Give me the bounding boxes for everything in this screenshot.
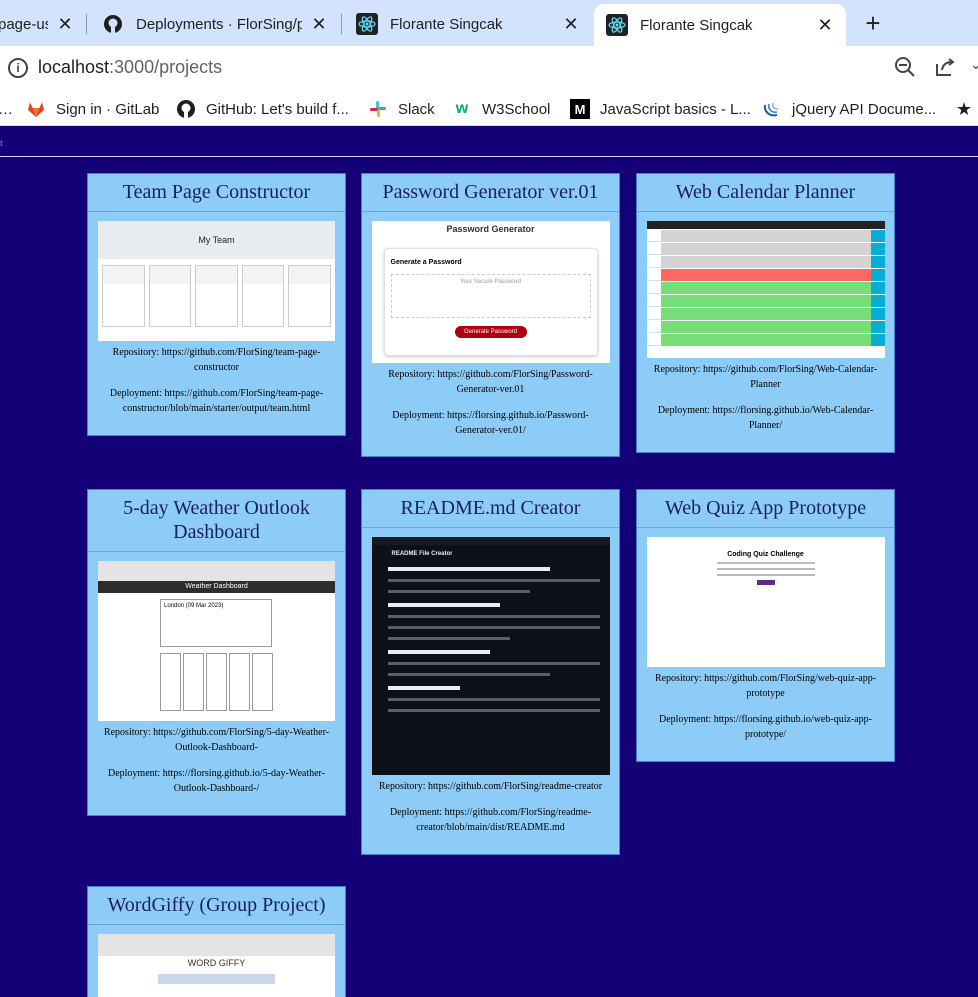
deployment-link[interactable]: Deployment: https://github.com/FlorSing/… — [88, 386, 345, 416]
project-title: README.md Creator — [362, 490, 619, 528]
repository-link[interactable]: Repository: https://github.com/FlorSing/… — [637, 671, 894, 701]
repository-link[interactable]: Repository: https://github.com/FlorSing/… — [362, 367, 619, 397]
project-card-wordgiffy: WordGiffy (Group Project) WORD GIFFY — [87, 886, 346, 997]
thumb-logo: WORD GIFFY — [187, 958, 246, 968]
close-icon[interactable]: ✕ — [56, 14, 74, 35]
project-screenshot: My Team — [98, 221, 335, 341]
bookmark-w3school[interactable]: w W3School — [452, 98, 551, 120]
info-icon[interactable]: i — [8, 58, 28, 78]
react-icon — [606, 14, 628, 36]
bookmark-label: Sign in · GitLab — [56, 100, 160, 118]
deployment-link[interactable]: Deployment: https://florsing.github.io/w… — [637, 712, 894, 742]
projects-page: t Team Page Constructor My Team Reposito… — [0, 126, 978, 997]
project-card-team-page: Team Page Constructor My Team Repository… — [87, 173, 346, 436]
project-card-readme: README.md Creator README File Creator Re… — [361, 489, 620, 855]
thumb-header: Weather Dashboard — [98, 581, 335, 593]
thumb-generate-button: Generate Password — [454, 326, 527, 338]
top-nav-link[interactable]: t — [0, 138, 3, 149]
close-icon[interactable]: ✕ — [562, 14, 580, 35]
repository-link[interactable]: Repository: https://github.com/FlorSing/… — [362, 779, 619, 794]
thumb-team-cards — [98, 259, 335, 333]
bookmark-label: jQuery API Docume... — [792, 100, 937, 118]
tab-separator — [86, 14, 87, 34]
jquery-icon — [762, 99, 782, 119]
share-icon[interactable] — [934, 56, 956, 84]
react-icon — [356, 13, 378, 35]
deployment-link[interactable]: Deployment: https://florsing.github.io/5… — [88, 766, 345, 796]
github-icon — [102, 13, 124, 35]
url-path: :3000/projects — [109, 57, 223, 77]
bookmarks-bar: … Sign in · GitLab GitHub: Let's build f… — [0, 90, 978, 126]
bookmark-jquery[interactable]: jQuery API Docume... — [762, 98, 936, 120]
bookmark-overflow[interactable]: … — [0, 98, 13, 120]
project-screenshot — [646, 221, 885, 358]
tab-title: Florante Singcak — [390, 15, 503, 33]
project-title: Web Quiz App Prototype — [637, 490, 894, 528]
project-title: WordGiffy (Group Project) — [88, 887, 345, 925]
close-icon[interactable]: ✕ — [310, 14, 328, 35]
project-card-password-generator: Password Generator ver.01 Password Gener… — [361, 173, 620, 457]
tab-title: Florante Singcak — [640, 16, 753, 34]
github-icon — [176, 99, 196, 119]
repository-link[interactable]: Repository: https://github.com/FlorSing/… — [88, 345, 345, 375]
tab-page-us[interactable]: page-us ✕ — [0, 4, 86, 44]
project-screenshot: Weather Dashboard London (09 Mar 2023) — [98, 561, 335, 721]
star-icon[interactable]: ★ — [956, 98, 972, 120]
deployment-link[interactable]: Deployment: https://github.com/FlorSing/… — [362, 805, 619, 835]
project-screenshot: README File Creator — [371, 537, 610, 775]
tab-strip: page-us ✕ Deployments · FlorSing/pc ✕ Fl… — [0, 0, 978, 46]
thumb-title: Password Generator — [446, 224, 535, 234]
bookmark-gitlab[interactable]: Sign in · GitLab — [26, 98, 159, 120]
project-screenshot: Password Generator Generate a Password Y… — [371, 221, 610, 363]
bookmark-label: GitHub: Let's build f... — [206, 100, 349, 118]
address-bar: i localhost:3000/projects ⌄ — [0, 46, 978, 90]
deployment-link[interactable]: Deployment: https://florsing.github.io/W… — [637, 403, 894, 433]
project-screenshot: WORD GIFFY — [98, 934, 335, 997]
tab-florante-active[interactable]: Florante Singcak ✕ — [594, 4, 846, 46]
slack-icon — [368, 99, 388, 119]
project-title: Web Calendar Planner — [637, 174, 894, 212]
repository-link[interactable]: Repository: https://github.com/FlorSing/… — [88, 725, 345, 755]
url-field[interactable]: localhost:3000/projects — [38, 57, 222, 78]
gitlab-icon — [26, 99, 46, 119]
tab-separator — [341, 14, 342, 34]
close-icon[interactable]: ✕ — [816, 15, 834, 36]
url-host: localhost — [38, 57, 110, 77]
project-card-weather: 5-day Weather Outlook Dashboard Weather … — [87, 489, 346, 816]
tab-florante-1[interactable]: Florante Singcak ✕ — [344, 4, 592, 44]
tab-title: page-us — [0, 15, 48, 33]
zoom-out-icon[interactable] — [894, 56, 916, 84]
bookmark-label: Slack — [398, 100, 435, 118]
project-card-quiz: Web Quiz App Prototype Coding Quiz Chall… — [636, 489, 895, 762]
bookmark-slack[interactable]: Slack — [368, 98, 435, 120]
tab-deployments[interactable]: Deployments · FlorSing/pc ✕ — [90, 4, 340, 44]
project-title: Password Generator ver.01 — [362, 174, 619, 212]
thumb-header: My Team — [98, 221, 335, 259]
thumb-title: README File Creator — [391, 551, 453, 557]
bookmark-label: W3School — [482, 100, 551, 118]
repository-link[interactable]: Repository: https://github.com/FlorSing/… — [637, 362, 894, 392]
project-screenshot: Coding Quiz Challenge — [646, 537, 885, 667]
project-card-web-calendar: Web Calendar Planner Repository: https:/… — [636, 173, 895, 453]
project-title: Team Page Constructor — [88, 174, 345, 212]
deployment-link[interactable]: Deployment: https://florsing.github.io/P… — [362, 408, 619, 438]
bookmark-github[interactable]: GitHub: Let's build f... — [176, 98, 349, 120]
chevron-down-icon[interactable]: ⌄ — [970, 56, 978, 73]
bookmark-label: JavaScript basics - L... — [600, 100, 751, 118]
w3school-icon: w — [455, 100, 469, 117]
mdn-icon: M — [570, 99, 590, 119]
new-tab-button[interactable]: + — [858, 10, 888, 38]
thumb-password-area: Your Secure Password — [390, 274, 591, 318]
project-title: 5-day Weather Outlook Dashboard — [88, 490, 345, 552]
thumb-city-panel: London (09 Mar 2023) — [160, 599, 272, 647]
thumb-title: Coding Quiz Challenge — [727, 551, 804, 558]
bookmark-mdn[interactable]: M JavaScript basics - L... — [570, 98, 751, 120]
tab-title: Deployments · FlorSing/pc — [136, 15, 302, 33]
thumb-subtitle: Generate a Password — [390, 259, 462, 266]
divider — [0, 156, 978, 157]
